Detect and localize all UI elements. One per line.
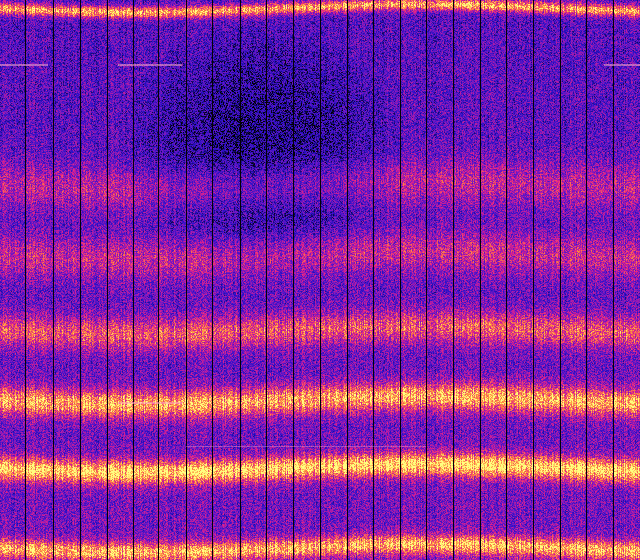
spectrogram-canvas bbox=[0, 0, 640, 560]
spectrogram-view bbox=[0, 0, 640, 560]
